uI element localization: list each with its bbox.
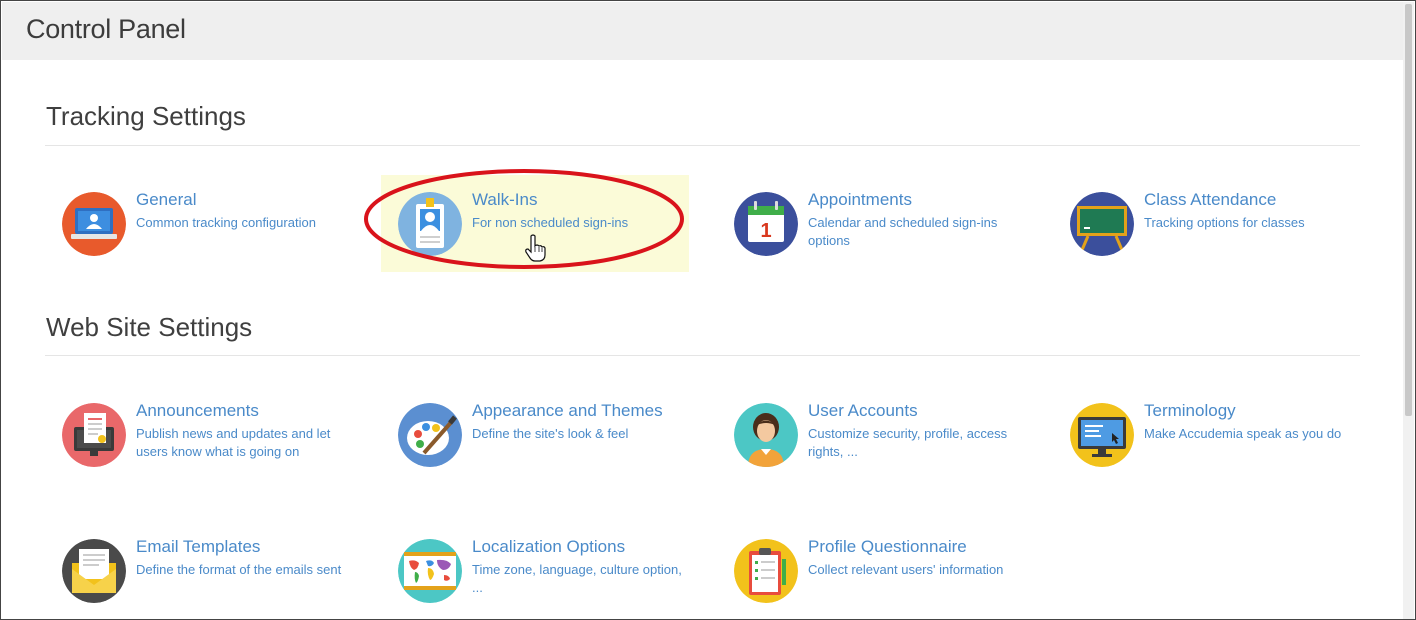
setting-class-attendance[interactable]: Class Attendance Tracking options for cl… <box>1054 176 1374 256</box>
section-divider <box>45 145 1360 146</box>
setting-title[interactable]: Localization Options <box>472 537 625 557</box>
setting-appointments[interactable]: 1 Appointments Calendar and scheduled si… <box>718 176 1038 256</box>
monitor-user-icon <box>62 192 126 256</box>
scrollbar-thumb[interactable] <box>1405 4 1412 416</box>
chalkboard-icon <box>1070 192 1134 256</box>
setting-description: Define the format of the emails sent <box>136 562 342 577</box>
user-avatar-icon <box>734 403 798 467</box>
setting-title[interactable]: Terminology <box>1144 401 1236 421</box>
setting-appearance-themes[interactable]: Appearance and Themes Define the site's … <box>382 387 702 467</box>
page-header: Control Panel <box>2 2 1404 60</box>
setting-profile-questionnaire[interactable]: Profile Questionnaire Collect relevant u… <box>718 523 1038 603</box>
setting-title[interactable]: Appointments <box>808 190 912 210</box>
setting-announcements[interactable]: Announcements Publish news and updates a… <box>46 387 366 467</box>
setting-description: Time zone, language, culture option, ... <box>472 562 682 595</box>
setting-title[interactable]: General <box>136 190 196 210</box>
setting-description: Collect relevant users' information <box>808 562 1004 577</box>
clipboard-checklist-icon <box>734 539 798 603</box>
calendar-icon: 1 <box>734 192 798 256</box>
setting-title[interactable]: Appearance and Themes <box>472 401 663 421</box>
setting-title[interactable]: Class Attendance <box>1144 190 1276 210</box>
setting-description: Tracking options for classes <box>1144 215 1305 230</box>
terminal-screen-icon <box>1070 403 1134 467</box>
section-divider <box>45 355 1360 356</box>
setting-description: Customize security, profile, access righ… <box>808 426 1008 459</box>
annotation-ellipse <box>364 169 684 269</box>
section-title-tracking: Tracking Settings <box>46 101 246 131</box>
setting-title[interactable]: Profile Questionnaire <box>808 537 967 557</box>
setting-description: Calendar and scheduled sign-ins options <box>808 215 998 248</box>
calendar-day-number: 1 <box>760 220 771 242</box>
palette-brush-icon <box>398 403 462 467</box>
setting-description: Make Accudemia speak as you do <box>1144 426 1342 441</box>
announcement-monitor-icon <box>62 403 126 467</box>
setting-user-accounts[interactable]: User Accounts Customize security, profil… <box>718 387 1038 467</box>
setting-title[interactable]: Email Templates <box>136 537 260 557</box>
envelope-icon <box>62 539 126 603</box>
world-map-icon <box>398 539 462 603</box>
setting-title[interactable]: User Accounts <box>808 401 918 421</box>
page-title: Control Panel <box>26 14 186 44</box>
setting-description: Define the site's look & feel <box>472 426 629 441</box>
setting-title[interactable]: Announcements <box>136 401 259 421</box>
setting-terminology[interactable]: Terminology Make Accudemia speak as you … <box>1054 387 1374 467</box>
section-title-web-site: Web Site Settings <box>46 312 253 342</box>
control-panel-window: Control Panel Tracking Settings General … <box>0 0 1416 620</box>
vertical-scrollbar[interactable] <box>1403 2 1414 619</box>
setting-general[interactable]: General Common tracking configuration <box>46 176 366 256</box>
setting-localization-options[interactable]: Localization Options Time zone, language… <box>382 523 702 603</box>
setting-description: Publish news and updates and let users k… <box>136 426 331 459</box>
setting-description: Common tracking configuration <box>136 215 316 230</box>
setting-email-templates[interactable]: Email Templates Define the format of the… <box>46 523 366 603</box>
hand-pointer-cursor-icon <box>525 234 546 262</box>
